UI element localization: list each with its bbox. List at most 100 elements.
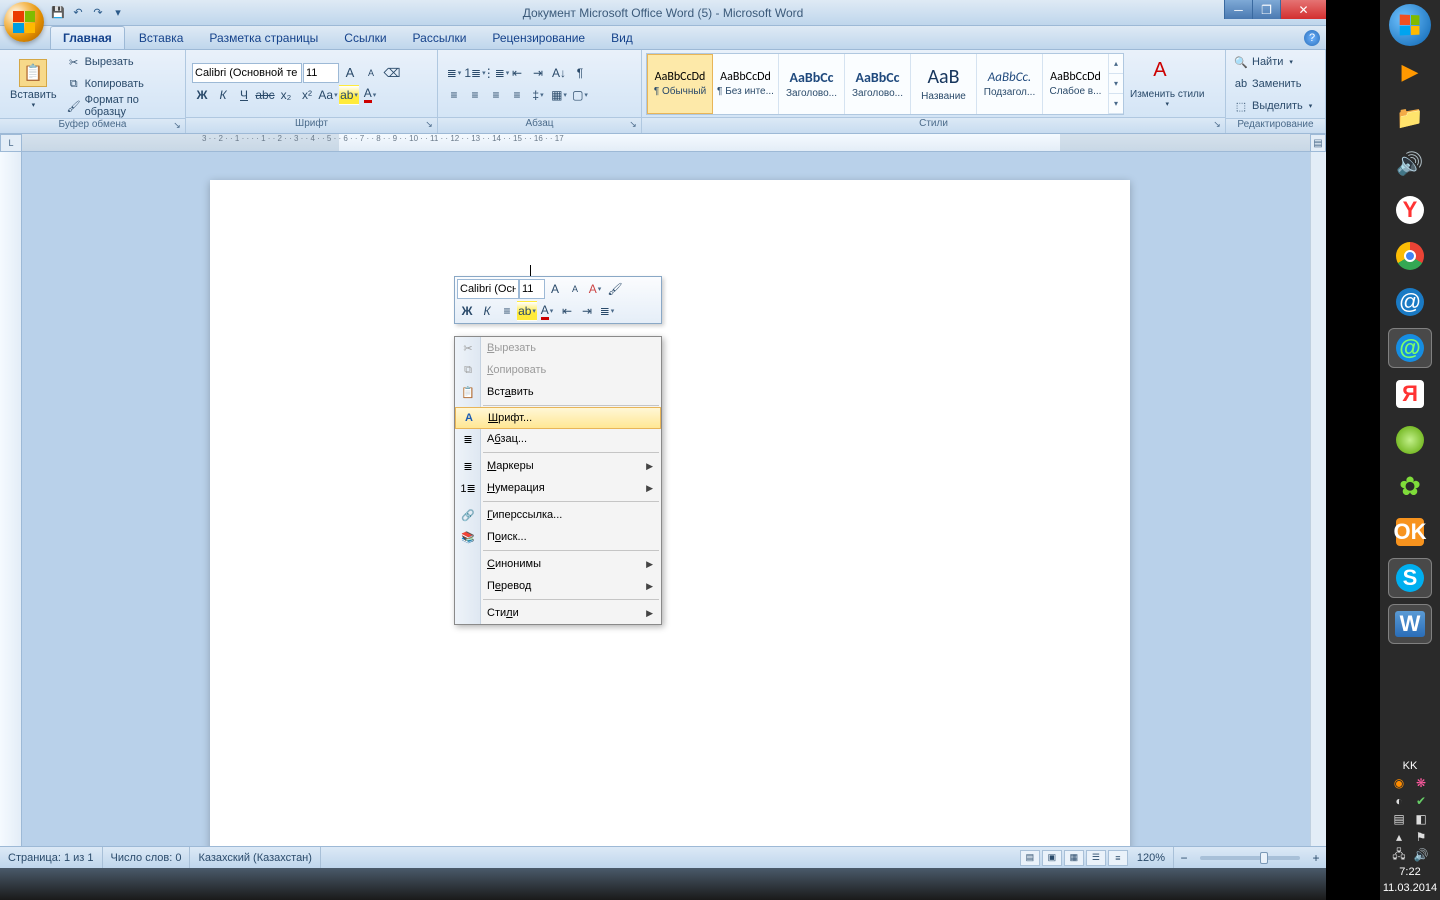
dialog-launcher-icon[interactable]: ↘ xyxy=(1211,119,1223,131)
tab-selector[interactable]: L xyxy=(0,134,22,152)
style-normal[interactable]: AaBbCcDd¶ Обычный xyxy=(647,54,713,114)
volume-icon[interactable]: 🔊 xyxy=(1414,848,1428,862)
align-center-icon[interactable]: ≡ xyxy=(465,85,485,105)
status-language[interactable]: Казахский (Казахстан) xyxy=(190,847,320,868)
zoom-slider[interactable] xyxy=(1200,856,1300,860)
tray-icon[interactable]: ✔ xyxy=(1414,794,1428,808)
ruler-toggle-icon[interactable]: ▤ xyxy=(1310,134,1326,152)
tray-time[interactable]: 7:22 xyxy=(1399,866,1420,878)
mini-size-input[interactable] xyxy=(519,279,545,299)
dialog-launcher-icon[interactable]: ↘ xyxy=(171,120,183,132)
tray-language[interactable]: KK xyxy=(1403,760,1418,772)
zoom-out-icon[interactable]: − xyxy=(1174,848,1194,868)
decrease-indent-icon[interactable]: ⇤ xyxy=(557,301,577,321)
font-color-icon[interactable]: A xyxy=(360,85,380,105)
odnoklassniki-icon[interactable]: OK xyxy=(1388,512,1432,552)
tray-icon[interactable]: ◐ xyxy=(1392,794,1406,808)
shrink-font-icon[interactable]: A xyxy=(361,63,381,83)
view-draft-icon[interactable]: ≡ xyxy=(1108,850,1128,866)
close-button[interactable]: ✕ xyxy=(1280,0,1326,19)
tray-icon[interactable]: ◉ xyxy=(1392,776,1406,790)
action-center-icon[interactable]: ⚑ xyxy=(1414,830,1428,844)
select-button[interactable]: ⬚Выделить▾ xyxy=(1230,96,1316,116)
tray-icon[interactable]: ◧ xyxy=(1414,812,1428,826)
tab-page-layout[interactable]: Разметка страницы xyxy=(197,27,330,49)
dialog-launcher-icon[interactable]: ↘ xyxy=(423,119,435,131)
tab-references[interactable]: Ссылки xyxy=(332,27,398,49)
maximize-button[interactable]: ❐ xyxy=(1252,0,1280,19)
style-subtle-emph[interactable]: AaBbCcDdСлабое в... xyxy=(1043,54,1109,114)
view-full-screen-icon[interactable]: ▣ xyxy=(1042,850,1062,866)
change-case-icon[interactable]: Aa xyxy=(318,85,338,105)
decrease-indent-icon[interactable]: ⇤ xyxy=(507,63,527,83)
cm-translate[interactable]: Перевод▶ xyxy=(455,575,661,597)
tray-icon[interactable]: ❋ xyxy=(1414,776,1428,790)
shrink-font-icon[interactable]: A xyxy=(565,279,585,299)
tab-insert[interactable]: Вставка xyxy=(127,27,196,49)
bullets-icon[interactable]: ≣ xyxy=(597,301,617,321)
grow-font-icon[interactable]: A xyxy=(545,279,565,299)
clear-format-icon[interactable]: ⌫ xyxy=(382,63,402,83)
cm-cut[interactable]: ✂Вырезать xyxy=(455,337,661,359)
network-icon[interactable]: 🖧 xyxy=(1392,848,1406,862)
status-words[interactable]: Число слов: 0 xyxy=(103,847,191,868)
grow-font-icon[interactable]: A xyxy=(340,63,360,83)
cm-numbering[interactable]: 1≣Нумерация▶ xyxy=(455,477,661,499)
icq-icon[interactable]: ✿ xyxy=(1388,466,1432,506)
format-painter-button[interactable]: 🖌Формат по образцу xyxy=(63,96,181,116)
page[interactable] xyxy=(210,180,1130,846)
shading-icon[interactable]: ▦ xyxy=(549,85,569,105)
subscript-icon[interactable]: x₂ xyxy=(276,85,296,105)
vertical-scrollbar[interactable] xyxy=(1310,152,1326,846)
underline-icon[interactable]: Ч xyxy=(234,85,254,105)
windows-taskbar[interactable] xyxy=(0,868,1326,900)
cm-styles[interactable]: Стили▶ xyxy=(455,602,661,624)
browser-globe-icon[interactable] xyxy=(1388,420,1432,460)
cm-lookup[interactable]: 📚Поиск... xyxy=(455,526,661,548)
tab-view[interactable]: Вид xyxy=(599,27,645,49)
font-color-icon[interactable]: A xyxy=(537,301,557,321)
undo-icon[interactable]: ↶ xyxy=(70,5,86,21)
increase-indent-icon[interactable]: ⇥ xyxy=(577,301,597,321)
status-page[interactable]: Страница: 1 из 1 xyxy=(0,847,103,868)
dialog-launcher-icon[interactable]: ↘ xyxy=(627,119,639,131)
cm-hyperlink[interactable]: 🔗Гиперссылка... xyxy=(455,504,661,526)
highlight-icon[interactable]: ab xyxy=(339,85,359,105)
format-painter-icon[interactable]: 🖌 xyxy=(605,279,625,299)
change-styles-button[interactable]: A Изменить стили ▾ xyxy=(1124,52,1210,115)
style-heading1[interactable]: AaBbCcЗаголово... xyxy=(779,54,845,114)
copy-button[interactable]: ⧉Копировать xyxy=(63,74,181,94)
cm-synonyms[interactable]: Синонимы▶ xyxy=(455,553,661,575)
styles-quick-icon[interactable]: A xyxy=(585,279,605,299)
yandex-icon[interactable]: Y xyxy=(1388,190,1432,230)
sort-icon[interactable]: A↓ xyxy=(549,63,569,83)
tab-review[interactable]: Рецензирование xyxy=(480,27,597,49)
tab-home[interactable]: Главная xyxy=(50,26,125,49)
style-no-spacing[interactable]: AaBbCcDd¶ Без инте... xyxy=(713,54,779,114)
minimize-button[interactable]: ─ xyxy=(1224,0,1252,19)
qat-customize-icon[interactable]: ▾ xyxy=(110,5,126,21)
cm-paragraph[interactable]: ≣Абзац... xyxy=(455,428,661,450)
bullets-icon[interactable]: ≣ xyxy=(444,63,464,83)
mini-font-input[interactable] xyxy=(457,279,519,299)
tab-mailings[interactable]: Рассылки xyxy=(401,27,479,49)
cm-bullets[interactable]: ≣Маркеры▶ xyxy=(455,455,661,477)
strike-icon[interactable]: abc xyxy=(255,85,275,105)
replace-button[interactable]: abЗаменить xyxy=(1230,74,1316,94)
bold-icon[interactable]: Ж xyxy=(457,301,477,321)
cut-button[interactable]: ✂Вырезать xyxy=(63,52,181,72)
horizontal-ruler[interactable]: 3 · · 2 · · 1 · · · · 1 · · 2 · · 3 · · … xyxy=(22,134,1310,152)
show-hidden-icons[interactable]: ▴ xyxy=(1392,830,1406,844)
view-print-layout-icon[interactable]: ▤ xyxy=(1020,850,1040,866)
multilevel-icon[interactable]: ⋮≣ xyxy=(486,63,506,83)
font-name-input[interactable] xyxy=(192,63,302,83)
save-icon[interactable]: 💾 xyxy=(50,5,66,21)
view-outline-icon[interactable]: ☰ xyxy=(1086,850,1106,866)
style-heading2[interactable]: AaBbCcЗаголово... xyxy=(845,54,911,114)
show-marks-icon[interactable]: ¶ xyxy=(570,63,590,83)
volume-app-icon[interactable]: 🔊 xyxy=(1388,144,1432,184)
superscript-icon[interactable]: x² xyxy=(297,85,317,105)
borders-icon[interactable]: ▢ xyxy=(570,85,590,105)
paste-button[interactable]: Вставить ▾ xyxy=(4,52,63,116)
cm-copy[interactable]: ⧉Копировать xyxy=(455,359,661,381)
